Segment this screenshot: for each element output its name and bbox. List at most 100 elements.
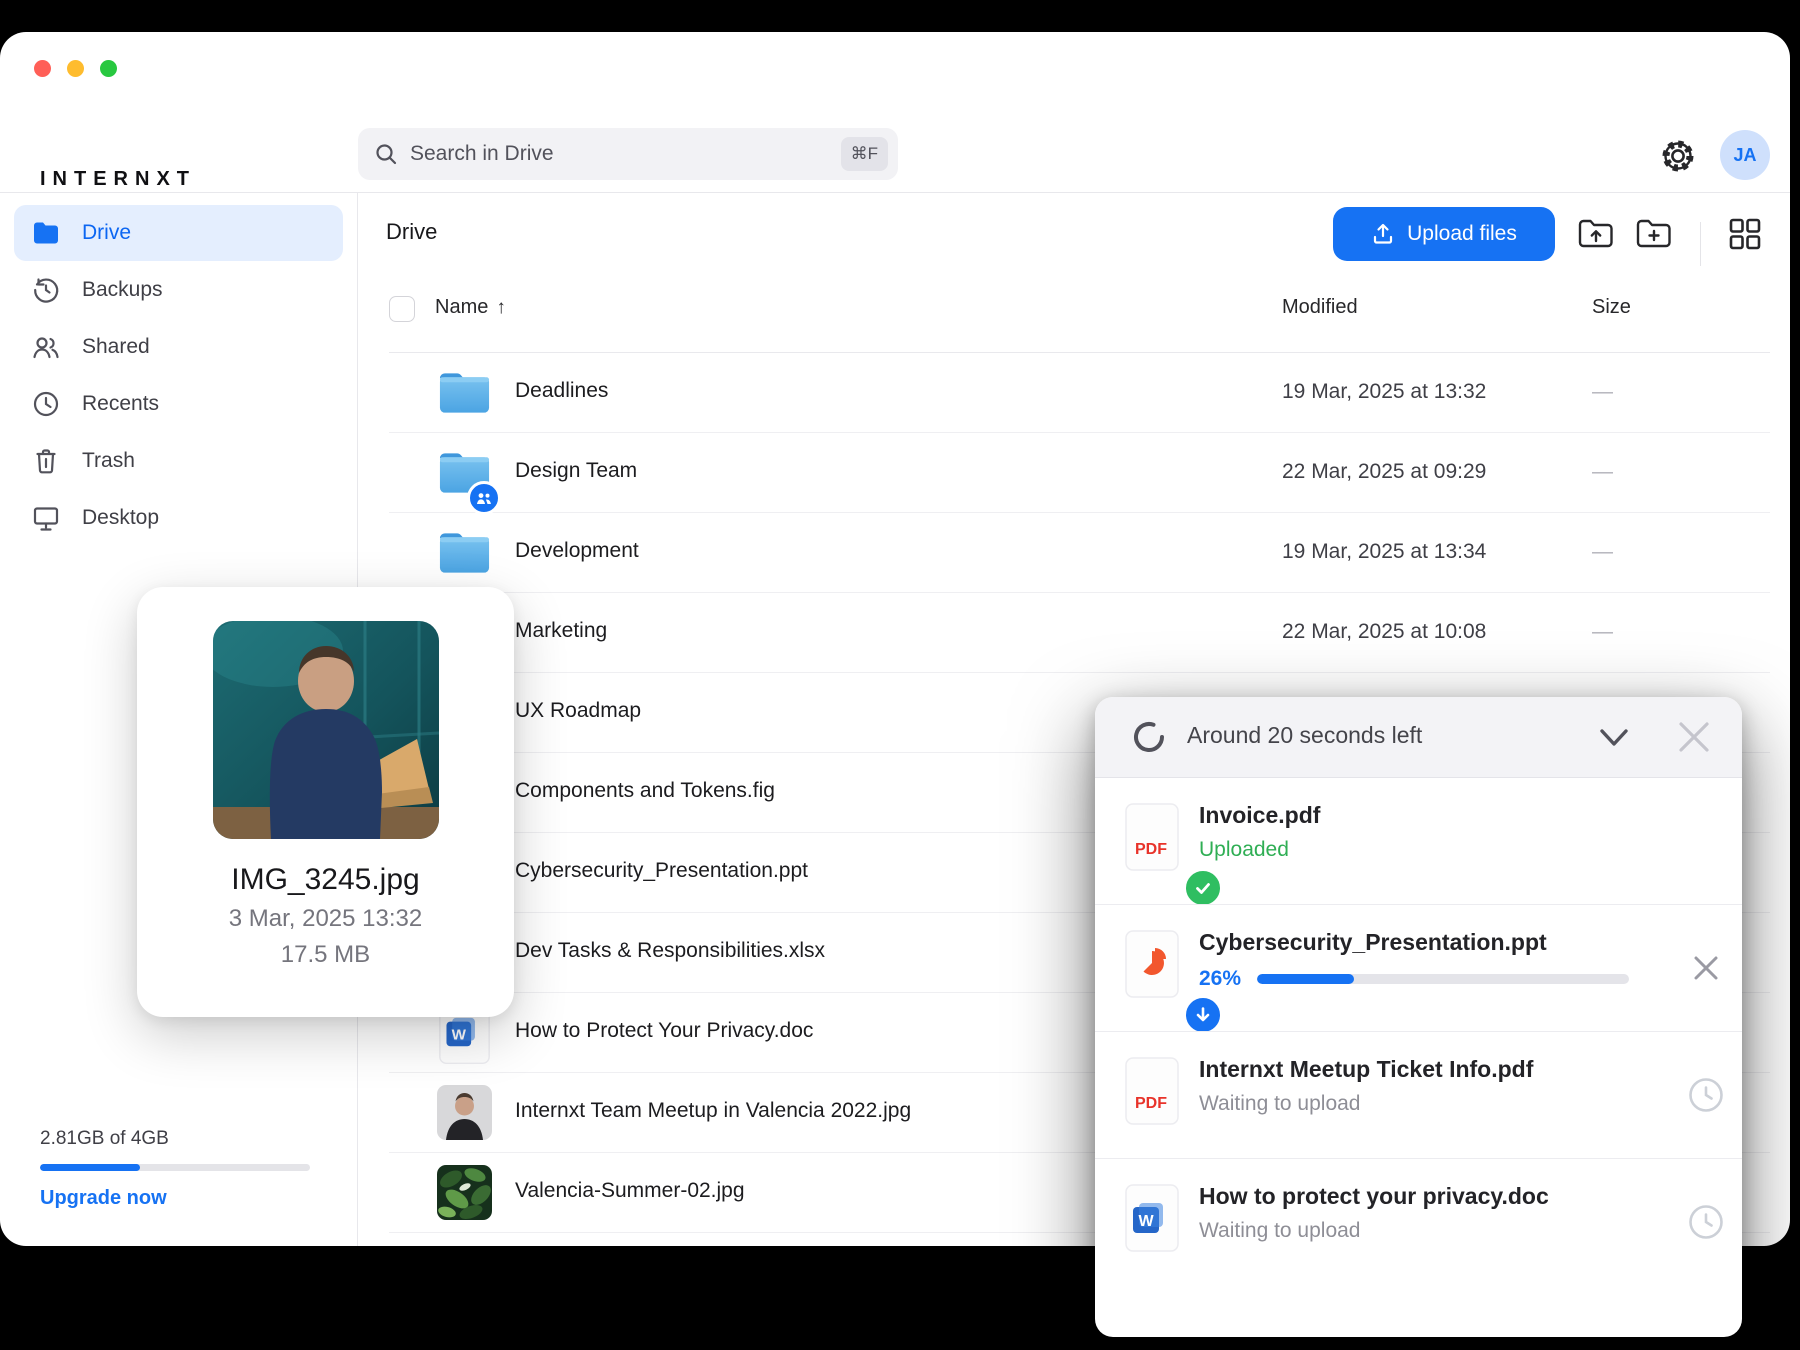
file-modified: 22 Mar, 2025 at 10:08 [1282,620,1487,643]
new-folder-icon[interactable] [1636,218,1672,250]
table-row[interactable]: Marketing 22 Mar, 2025 at 10:08 — [389,593,1770,673]
storage-progress-track [40,1164,310,1171]
img-leaves-icon [437,1165,492,1220]
pdf-file-icon: PDF [1123,802,1223,908]
search-icon [374,142,398,166]
file-name: Design Team [515,459,638,482]
waiting-clock-icon [1687,1203,1725,1241]
maximize-window-button[interactable] [100,60,117,77]
sidebar-item-label: Shared [82,335,150,358]
img-portrait-icon [437,1085,492,1140]
upload-item-name: Cybersecurity_Presentation.ppt [1199,929,1547,955]
backups-icon [32,276,60,304]
grid-view-icon[interactable] [1728,217,1764,250]
minimize-window-button[interactable] [67,60,84,77]
upload-item: PDF Invoice.pdf Uploaded [1095,778,1742,908]
shared-folder-badge [467,481,501,515]
upload-status-waiting: Waiting to upload [1199,1092,1361,1115]
sidebar-item-desktop[interactable]: Desktop [14,490,343,546]
file-modified: 22 Mar, 2025 at 09:29 [1282,460,1487,483]
upload-files-label: Upload files [1407,222,1517,245]
svg-text:W: W [1138,1213,1154,1230]
preview-size: 17.5 MB [280,941,371,968]
upload-folder-icon[interactable] [1578,218,1614,250]
uploading-arrow-badge [1183,995,1223,1035]
file-name: Development [515,539,639,562]
upload-files-button[interactable]: Upload files [1333,207,1555,261]
upload-percent: 26% [1199,967,1242,990]
file-size: — [1592,380,1613,403]
upload-item: Cybersecurity_Presentation.ppt 26% [1095,904,1742,1035]
file-size: — [1592,460,1613,483]
search-input[interactable]: Search in Drive ⌘F [358,128,898,180]
doc-file-icon: W [1123,1183,1181,1261]
waiting-clock-icon [1687,1076,1725,1114]
pdf-file-icon: PDF [1123,1056,1181,1134]
preview-filename: IMG_3245.jpg [231,863,420,896]
sidebar-item-recents[interactable]: Recents [14,376,343,432]
file-name: Deadlines [515,379,609,402]
upload-status-uploaded: Uploaded [1199,838,1289,861]
drive-icon [32,219,60,247]
internxt-logo: INTERNXT [40,168,196,190]
sidebar-item-label: Drive [82,221,132,244]
sort-asc-icon: ↑ [496,297,506,318]
upload-icon [1371,222,1395,246]
upload-items-list: PDF Invoice.pdf Uploaded Cybersecurity_P… [1095,778,1742,1285]
folder-icon [437,525,492,580]
uploaded-check-badge [1183,868,1223,908]
file-modified: 19 Mar, 2025 at 13:32 [1282,380,1487,403]
spinner-icon [1131,719,1167,755]
sidebar-nav: Drive Backups Shared Recents Trash Deskt… [0,204,357,547]
svg-text:PDF: PDF [1135,1095,1167,1112]
sidebar-item-label: Backups [82,278,163,301]
file-name: Components and Tokens.fig [515,779,775,802]
table-header: Name ↑ Modified Size [389,284,1770,352]
storage-meter: 2.81GB of 4GB Upgrade now [40,1128,320,1210]
avatar[interactable]: JA [1720,130,1770,180]
storage-progress-fill [40,1164,140,1171]
upload-status-waiting: Waiting to upload [1199,1219,1361,1242]
sidebar-item-label: Recents [82,392,160,415]
shared-icon [32,333,60,361]
svg-text:PDF: PDF [1135,841,1167,858]
close-window-button[interactable] [34,60,51,77]
upload-item-name: Internxt Meetup Ticket Info.pdf [1199,1056,1534,1082]
table-row[interactable]: Design Team 22 Mar, 2025 at 09:29 — [389,433,1770,515]
select-all-checkbox[interactable] [389,296,415,322]
upload-progress-fill [1257,974,1354,984]
sidebar-item-drive[interactable]: Drive [14,205,343,261]
file-modified: 19 Mar, 2025 at 13:34 [1282,540,1487,563]
close-panel-icon[interactable] [1673,717,1715,757]
sidebar-item-trash[interactable]: Trash [14,433,343,489]
sidebar-item-label: Desktop [82,506,160,529]
svg-text:W: W [452,1026,467,1043]
file-name: UX Roadmap [515,699,642,722]
preview-thumbnail [212,621,439,839]
upload-progress-panel: Around 20 seconds left PDF Invoice.pdf U… [1095,697,1742,1337]
sidebar-item-backups[interactable]: Backups [14,262,343,318]
file-preview-card: IMG_3245.jpg 3 Mar, 2025 13:32 17.5 MB [137,587,514,1017]
sidebar-item-shared[interactable]: Shared [14,319,343,375]
file-name: Marketing [515,619,608,642]
cancel-upload-icon[interactable] [1687,949,1725,987]
upload-item-name: How to protect your privacy.doc [1199,1183,1549,1209]
upload-item-name: Invoice.pdf [1199,802,1321,828]
file-name: Internxt Team Meetup in Valencia 2022.jp… [515,1099,912,1122]
collapse-panel-chevron-down-icon[interactable] [1593,719,1635,755]
table-row[interactable]: Development 19 Mar, 2025 at 13:34 — [389,513,1770,593]
column-header-name[interactable]: Name ↑ [435,296,506,319]
settings-gear-icon[interactable] [1658,136,1698,176]
column-header-modified[interactable]: Modified [1282,296,1358,319]
file-size: — [1592,540,1613,563]
column-header-size[interactable]: Size [1592,296,1631,319]
preview-date: 3 Mar, 2025 13:32 [228,905,423,932]
table-row[interactable]: Deadlines 19 Mar, 2025 at 13:32 — [389,353,1770,433]
ppt-file-icon [1123,929,1223,1035]
toolbar-divider [1700,222,1701,266]
upload-item: PDF Internxt Meetup Ticket Info.pdf Wait… [1095,1031,1742,1158]
upload-item: W How to protect your privacy.doc Waitin… [1095,1158,1742,1285]
upgrade-now-link[interactable]: Upgrade now [40,1187,320,1210]
file-size: — [1592,620,1613,643]
file-name: Dev Tasks & Responsibilities.xlsx [515,939,826,962]
